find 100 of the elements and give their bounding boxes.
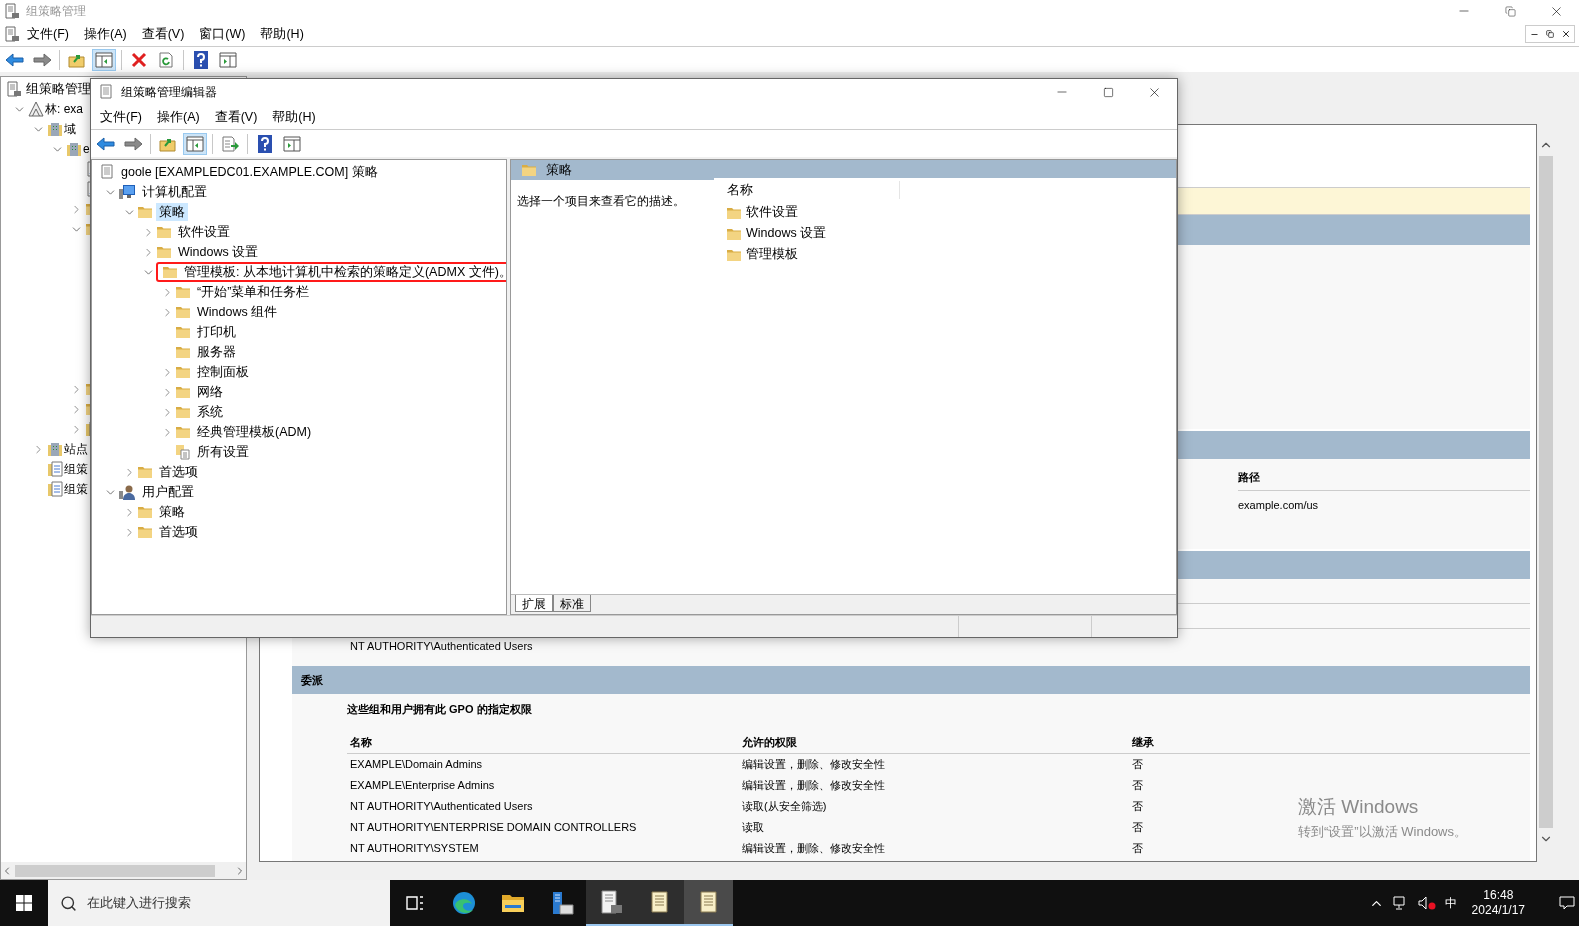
scrollbar-thumb[interactable] bbox=[15, 864, 215, 877]
tree-item-label[interactable]: 站点 bbox=[64, 440, 88, 458]
list-item[interactable]: Windows 设置 bbox=[746, 224, 827, 243]
tree-item-label[interactable]: 所有设置 bbox=[194, 442, 252, 462]
refresh-icon bbox=[158, 51, 174, 68]
folder-icon bbox=[175, 345, 191, 359]
folder-icon bbox=[500, 893, 525, 913]
tree-item-label[interactable]: 组策 bbox=[64, 480, 88, 498]
folder-icon bbox=[521, 163, 537, 177]
column-header: 继承 bbox=[1132, 734, 1155, 750]
column-header[interactable]: 名称 bbox=[714, 181, 900, 199]
scrollbar-thumb[interactable] bbox=[1539, 156, 1553, 828]
tree-item-label[interactable]: 系统 bbox=[194, 402, 226, 422]
tree-item-label[interactable]: 计算机配置 bbox=[139, 182, 210, 202]
server-icon bbox=[6, 81, 22, 97]
table-cell-text: 编辑设置，删除、修改安全性 bbox=[742, 757, 885, 773]
folder-icon bbox=[137, 205, 153, 219]
tree-item-label[interactable]: 组策略管理 bbox=[26, 79, 91, 99]
tree-item-label[interactable]: 首选项 bbox=[156, 522, 201, 542]
folder-icon bbox=[137, 505, 153, 519]
search-field[interactable]: 在此键入进行搜索 bbox=[48, 880, 390, 926]
help-icon bbox=[194, 50, 208, 69]
folder-icon bbox=[175, 365, 191, 379]
menu-item[interactable]: 操作(A) bbox=[156, 107, 200, 127]
tree-item-label[interactable]: Windows 设置 bbox=[175, 242, 262, 262]
toolbar-button[interactable] bbox=[183, 132, 207, 155]
tree-item-label[interactable]: 经典管理模板(ADM) bbox=[194, 422, 315, 442]
action-pane-icon bbox=[219, 51, 237, 68]
folder-icon bbox=[175, 305, 191, 319]
folder-icon bbox=[137, 525, 153, 539]
menu-item[interactable]: 帮助(H) bbox=[260, 24, 304, 44]
list-item[interactable]: 软件设置 bbox=[746, 203, 798, 222]
folder-icon bbox=[137, 465, 153, 479]
menu-item[interactable]: 查看(V) bbox=[141, 24, 185, 44]
tree-item-label[interactable]: 策略 bbox=[156, 502, 188, 522]
document-icon bbox=[47, 461, 63, 477]
folder-icon bbox=[175, 325, 191, 339]
help-icon bbox=[258, 134, 272, 153]
delete-icon bbox=[131, 51, 147, 68]
menu-item[interactable]: 文件(F) bbox=[27, 24, 69, 44]
menu-item[interactable]: 帮助(H) bbox=[272, 107, 316, 127]
folder-icon bbox=[175, 405, 191, 419]
table-cell-text: 读取(从安全筛选) bbox=[742, 799, 827, 815]
section-subtitle: 这些组和用户拥有此 GPO 的指定权限 bbox=[347, 703, 532, 715]
tree-item-label[interactable]: 软件设置 bbox=[175, 222, 233, 242]
document-icon bbox=[47, 481, 63, 497]
folder-icon bbox=[156, 245, 172, 259]
folder-icon bbox=[726, 226, 742, 241]
building-icon bbox=[66, 141, 82, 157]
table-cell-text: EXAMPLE\Domain Admins bbox=[350, 757, 483, 773]
tree-item-label[interactable]: 域 bbox=[64, 120, 76, 138]
settings-icon bbox=[175, 444, 191, 460]
menu-item[interactable]: 操作(A) bbox=[83, 24, 127, 44]
tree-item-label[interactable]: 策略 bbox=[156, 202, 188, 222]
notification-icon[interactable] bbox=[1559, 896, 1575, 910]
windows-logo-icon bbox=[16, 895, 32, 911]
folder-icon bbox=[162, 265, 178, 279]
tree-item-label[interactable]: 林: exa bbox=[45, 100, 83, 118]
view-tab[interactable]: 标准 bbox=[553, 595, 591, 612]
menu-item[interactable]: 窗口(W) bbox=[199, 24, 246, 44]
list-item[interactable]: 管理模板 bbox=[746, 245, 798, 264]
menu-item[interactable]: 查看(V) bbox=[214, 107, 258, 127]
table-cell-text: 否 bbox=[1132, 757, 1143, 773]
table-cell-text: EXAMPLE\Enterprise Admins bbox=[350, 778, 495, 794]
table-cell-text: 否 bbox=[1132, 778, 1143, 794]
pane-heading: 策略 bbox=[546, 161, 572, 179]
folder-icon bbox=[175, 425, 191, 439]
task-view-icon bbox=[404, 895, 425, 911]
tree-item-label[interactable]: “开始”菜单和任务栏 bbox=[194, 282, 313, 302]
description-text: 选择一个项目来查看它的描述。 bbox=[517, 194, 685, 208]
tree-item-label[interactable]: 服务器 bbox=[194, 342, 239, 362]
building-icon bbox=[47, 121, 63, 137]
tree-item-label[interactable]: 打印机 bbox=[194, 322, 239, 342]
toolbar-button[interactable] bbox=[92, 48, 116, 71]
table-cell-text: 否 bbox=[1132, 820, 1143, 836]
tree-item-label[interactable]: 管理模板: 从本地计算机中检索的策略定义(ADMX 文件)。 bbox=[181, 262, 506, 282]
tree-item-label[interactable]: 组策 bbox=[64, 460, 88, 478]
menu-item[interactable]: 文件(F) bbox=[100, 107, 142, 127]
view-tab[interactable]: 扩展 bbox=[515, 595, 553, 612]
tree-item-label[interactable]: 网络 bbox=[194, 382, 226, 402]
taskbar-app-button[interactable] bbox=[684, 880, 733, 926]
taskbar-app-button[interactable] bbox=[586, 880, 635, 926]
computer-icon bbox=[118, 184, 136, 200]
tree-item-label[interactable]: e bbox=[83, 140, 90, 158]
column-header: 路径 bbox=[1238, 470, 1260, 485]
tree-item-label[interactable]: 用户配置 bbox=[139, 482, 197, 502]
tree-item-label[interactable]: 控制面板 bbox=[194, 362, 252, 382]
server-icon bbox=[4, 3, 20, 19]
building-icon bbox=[47, 441, 63, 457]
section-title: 委派 bbox=[301, 672, 323, 688]
folder-icon bbox=[726, 205, 742, 220]
restore-icon bbox=[1504, 5, 1516, 17]
tree-item-label[interactable]: 首选项 bbox=[156, 462, 201, 482]
tree-item-label[interactable]: Windows 组件 bbox=[194, 302, 281, 322]
muted-speaker-icon[interactable] bbox=[1417, 896, 1436, 910]
export-list-icon bbox=[221, 135, 239, 152]
taskbar-app-button[interactable] bbox=[635, 880, 684, 926]
clock[interactable]: 16:48 2024/1/17 bbox=[1465, 888, 1531, 918]
tree-item-label[interactable]: goole [EXAMPLEDC01.EXAMPLE.COM] 策略 bbox=[118, 162, 381, 182]
input-method-indicator[interactable]: 中 bbox=[1444, 894, 1457, 912]
